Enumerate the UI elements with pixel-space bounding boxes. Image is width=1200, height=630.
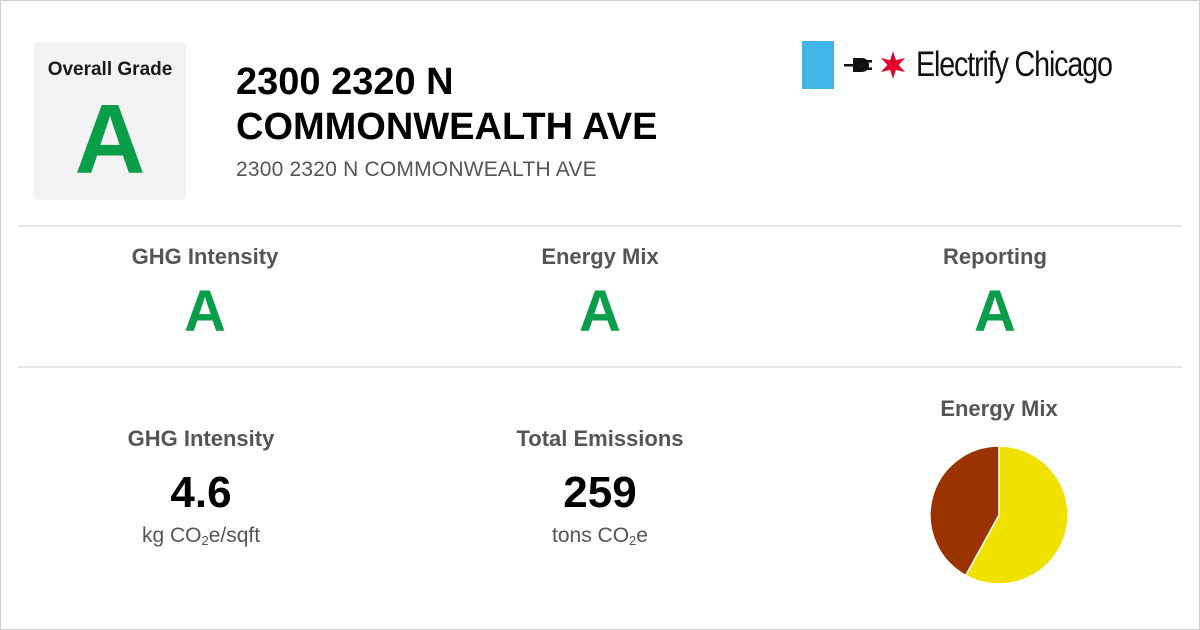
energy-mix-pie-chart (928, 444, 1070, 586)
metric-total-emissions: Total Emissions 259 tons CO2e (410, 426, 790, 548)
grade-energy-label: Energy Mix (541, 244, 659, 269)
overall-grade-label: Overall Grade (47, 59, 173, 80)
grade-reporting-label: Reporting (943, 244, 1047, 269)
unit-prefix: tons CO (552, 524, 630, 547)
unit-prefix: kg CO (141, 524, 202, 547)
overall-grade-letter: A (74, 84, 146, 194)
energy-mix-label: Energy Mix (940, 396, 1058, 421)
metric-emissions-value: 259 (563, 468, 637, 517)
grade-energy-letter: A (579, 279, 621, 344)
unit-subscript: 2 (201, 533, 209, 548)
metric-ghg-intensity: GHG Intensity 4.6 kg CO2e/sqft (11, 426, 391, 548)
metric-ghg-label: GHG Intensity (127, 426, 275, 451)
grade-ghg-label: GHG Intensity (131, 244, 279, 269)
divider-top (18, 225, 1182, 227)
electrify-chicago-logo: Electrify Chicago (802, 40, 1174, 90)
flag-blue-bar-icon (802, 41, 834, 89)
metric-emissions-unit: tons CO2e (410, 524, 790, 548)
energy-mix-pie-svg (929, 445, 1069, 585)
grade-reporting-letter: A (974, 279, 1016, 344)
metric-ghg-unit: kg CO2e/sqft (11, 524, 391, 548)
divider-bottom (18, 366, 1182, 368)
grade-energy-mix: Energy Mix A (410, 244, 790, 341)
building-title: 2300 2320 N COMMONWEALTH AVE (236, 61, 658, 148)
energy-mix-heading: Energy Mix (809, 396, 1189, 422)
plug-icon (844, 58, 872, 72)
unit-suffix: e/sqft (208, 524, 261, 547)
unit-suffix: e (636, 524, 648, 547)
grade-reporting: Reporting A (805, 244, 1185, 341)
overall-grade-box: Overall Grade A (34, 42, 186, 200)
grade-ghg-intensity: GHG Intensity A (15, 244, 395, 341)
metric-ghg-value: 4.6 (170, 468, 232, 517)
red-star-icon (880, 51, 906, 79)
brand-name: Electrify Chicago (916, 45, 1113, 84)
grade-ghg-letter: A (184, 279, 226, 344)
metric-emissions-label: Total Emissions (516, 426, 684, 451)
building-address: 2300 2320 N COMMONWEALTH AVE (236, 158, 597, 181)
